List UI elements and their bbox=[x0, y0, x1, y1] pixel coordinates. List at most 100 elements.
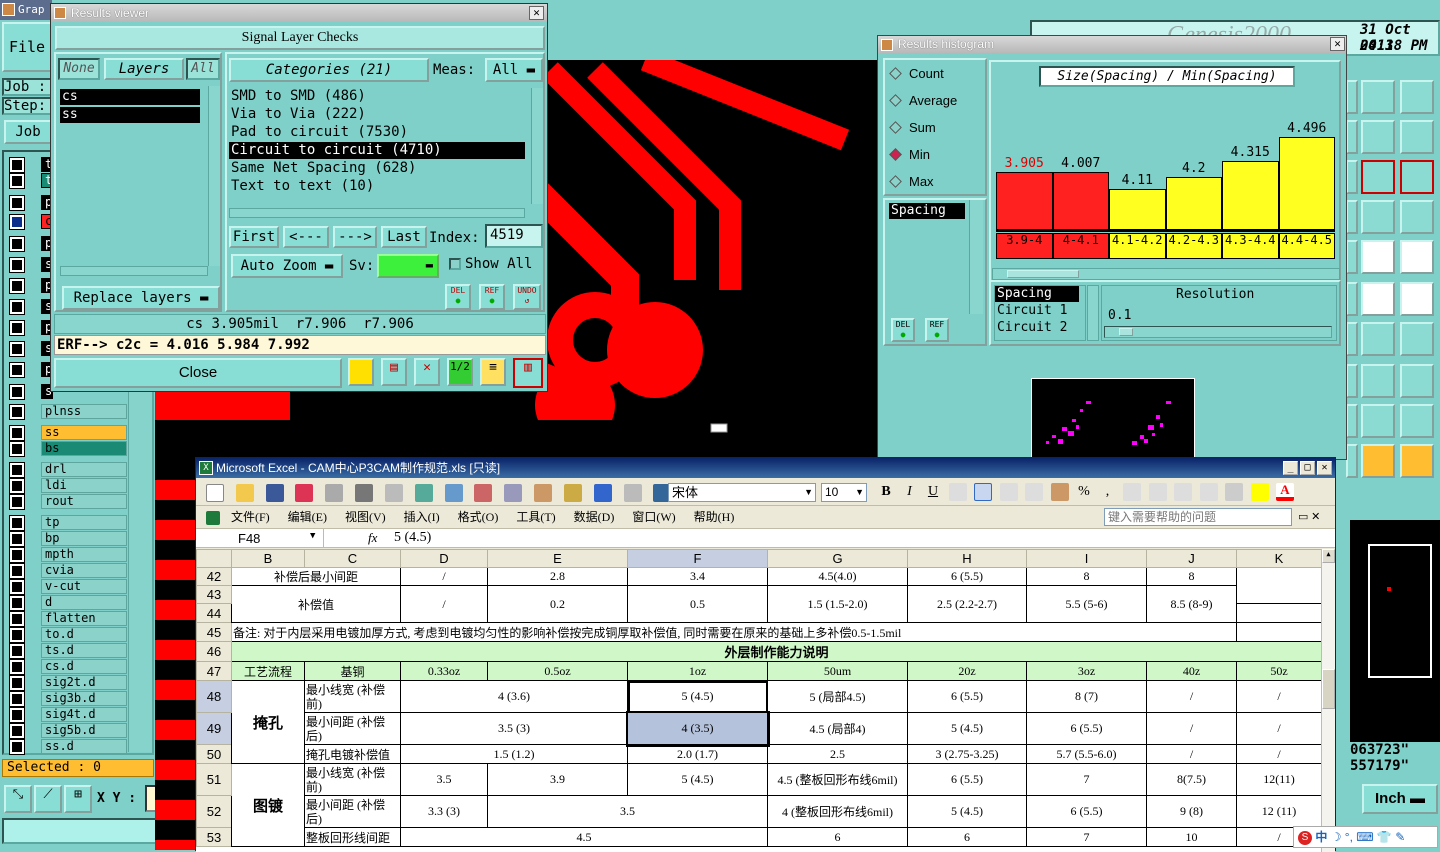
cell[interactable]: 3.9 bbox=[487, 763, 628, 796]
new-icon[interactable] bbox=[206, 484, 224, 502]
category-item[interactable]: Pad to circuit (7530) bbox=[229, 124, 525, 141]
histogram-option[interactable]: Min bbox=[889, 147, 930, 162]
italic-button[interactable]: I bbox=[900, 484, 920, 500]
layer-name[interactable]: ts.d bbox=[41, 643, 127, 658]
excel-vscroll[interactable]: ▲ bbox=[1321, 549, 1335, 852]
underline-button[interactable]: U bbox=[923, 484, 943, 500]
cell[interactable]: / bbox=[400, 585, 488, 623]
layer-checkbox[interactable] bbox=[9, 579, 25, 595]
col-header-g[interactable]: G bbox=[767, 549, 908, 568]
decrease-indent-icon[interactable] bbox=[1174, 483, 1192, 501]
close-button[interactable]: Close bbox=[54, 358, 342, 388]
unit-selector[interactable]: Inch ▬ bbox=[1362, 784, 1438, 814]
cell[interactable] bbox=[1236, 567, 1321, 586]
arc-b-icon[interactable] bbox=[1400, 404, 1434, 438]
last-button[interactable]: Last bbox=[381, 226, 427, 248]
menu-item[interactable]: 格式(O) bbox=[458, 510, 499, 524]
research-icon[interactable] bbox=[444, 484, 463, 502]
spacing-list-scrollbar[interactable] bbox=[969, 200, 983, 314]
cell[interactable]: 40z bbox=[1146, 661, 1237, 681]
histogram-bar[interactable] bbox=[1165, 177, 1222, 230]
increase-indent-icon[interactable] bbox=[1199, 483, 1218, 501]
borders-icon[interactable] bbox=[1225, 483, 1243, 501]
category-item[interactable]: Same Net Spacing (628) bbox=[229, 160, 525, 177]
row-header[interactable]: 51 bbox=[196, 763, 232, 796]
layer-name[interactable]: to.d bbox=[41, 627, 127, 642]
section-heading[interactable]: 外层制作能力说明 bbox=[231, 641, 1321, 662]
cell[interactable]: 6 (5.5) bbox=[907, 680, 1027, 713]
cell[interactable]: 最小线宽 (补偿前) bbox=[304, 763, 401, 796]
align-center-icon[interactable] bbox=[974, 483, 992, 501]
bold-button[interactable]: B bbox=[876, 484, 896, 500]
layer-name[interactable]: sig2t.d bbox=[41, 675, 127, 690]
cell[interactable]: 1oz bbox=[627, 661, 768, 681]
excel-titlebar[interactable]: Microsoft Excel - CAM中心P3CAM制作规范.xls [只读… bbox=[196, 458, 1335, 478]
layer-checkbox[interactable] bbox=[9, 643, 25, 659]
cell[interactable]: 12 (11) bbox=[1236, 795, 1321, 828]
cell[interactable]: 4 (整板回形布线6mil) bbox=[767, 795, 908, 828]
rotate-icon[interactable] bbox=[1361, 322, 1395, 356]
cell[interactable]: 7 bbox=[1026, 763, 1147, 796]
layer-checkbox[interactable] bbox=[9, 462, 25, 478]
open-icon[interactable] bbox=[235, 484, 254, 502]
layer-item-ss[interactable]: ss bbox=[60, 107, 200, 123]
cell[interactable]: 50um bbox=[767, 661, 908, 681]
hand-b-icon[interactable] bbox=[1361, 120, 1395, 154]
cell[interactable]: 6 (5.5) bbox=[907, 567, 1027, 586]
cell[interactable] bbox=[1236, 585, 1321, 604]
cell[interactable]: 8 bbox=[1026, 567, 1147, 586]
align-left-icon[interactable] bbox=[948, 483, 967, 501]
col-header-b[interactable]: B bbox=[231, 549, 305, 568]
filter-icon[interactable]: 1/2 bbox=[447, 358, 473, 386]
cell[interactable]: / bbox=[1236, 680, 1321, 713]
menu-item[interactable]: 工具(T) bbox=[516, 510, 555, 524]
all-button[interactable]: All bbox=[186, 58, 220, 80]
ref-delete-icon[interactable]: ✕ bbox=[414, 358, 440, 386]
layers-scrollbar[interactable] bbox=[208, 86, 220, 266]
cell[interactable]: 9 (8) bbox=[1146, 795, 1237, 828]
layer-checkbox[interactable] bbox=[9, 299, 25, 315]
histogram-option[interactable]: Count bbox=[889, 66, 944, 81]
s-shape-icon[interactable] bbox=[1400, 120, 1434, 154]
job-button[interactable]: Job bbox=[4, 120, 52, 144]
cell-f49[interactable]: 4 (3.5) bbox=[625, 710, 770, 747]
cell[interactable]: 5 (局部4.5) bbox=[767, 680, 908, 713]
cell[interactable]: / bbox=[1146, 744, 1237, 764]
layer-checkbox[interactable] bbox=[9, 659, 25, 675]
cell[interactable] bbox=[1236, 622, 1321, 642]
cell[interactable]: 掩孔电镀补偿值 bbox=[304, 744, 401, 764]
cell[interactable]: 6 (5.5) bbox=[1026, 712, 1147, 745]
cell[interactable]: 2.5 bbox=[767, 744, 908, 764]
cell[interactable]: 20z bbox=[907, 661, 1027, 681]
row-header[interactable]: 42 bbox=[196, 567, 232, 586]
ref-button[interactable]: REF ● bbox=[479, 284, 505, 310]
first-button[interactable]: First bbox=[229, 226, 279, 248]
increase-decimal-icon[interactable] bbox=[1123, 483, 1141, 501]
hist-del-button[interactable]: DEL ● bbox=[891, 318, 915, 342]
layer-name[interactable]: tp bbox=[41, 515, 127, 530]
spelling-icon[interactable] bbox=[414, 484, 433, 502]
ruler-icon[interactable] bbox=[1361, 240, 1395, 274]
categories-button[interactable]: Categories (21) bbox=[229, 58, 429, 82]
histogram-bar[interactable] bbox=[1222, 161, 1279, 230]
col-header-h[interactable]: H bbox=[907, 549, 1027, 568]
ratio-icon[interactable] bbox=[1361, 160, 1395, 194]
save-icon[interactable] bbox=[265, 484, 284, 502]
merge-icon[interactable] bbox=[1025, 483, 1043, 501]
histogram-option[interactable]: Sum bbox=[889, 120, 936, 135]
show-all-checkbox[interactable] bbox=[449, 258, 461, 270]
layer-name[interactable]: mpth bbox=[41, 547, 127, 562]
group-cell[interactable]: 图镀 bbox=[231, 763, 305, 847]
histogram-bar[interactable] bbox=[1052, 172, 1109, 230]
cell[interactable]: / bbox=[1236, 744, 1321, 764]
menu-item[interactable]: 文件(F) bbox=[231, 510, 270, 524]
layer-checkbox[interactable] bbox=[9, 595, 25, 611]
layer-checkbox[interactable] bbox=[9, 278, 25, 294]
series-item-circuit2[interactable]: Circuit 2 bbox=[995, 320, 1085, 336]
layer-checkbox[interactable] bbox=[9, 236, 25, 252]
cell[interactable]: 4.5(4.0) bbox=[767, 567, 908, 586]
row-header[interactable]: 50 bbox=[196, 744, 232, 764]
grid-tool-icon[interactable]: ⊞ bbox=[64, 785, 92, 813]
corner-cell[interactable] bbox=[196, 549, 232, 568]
col-header-j[interactable]: J bbox=[1146, 549, 1237, 568]
